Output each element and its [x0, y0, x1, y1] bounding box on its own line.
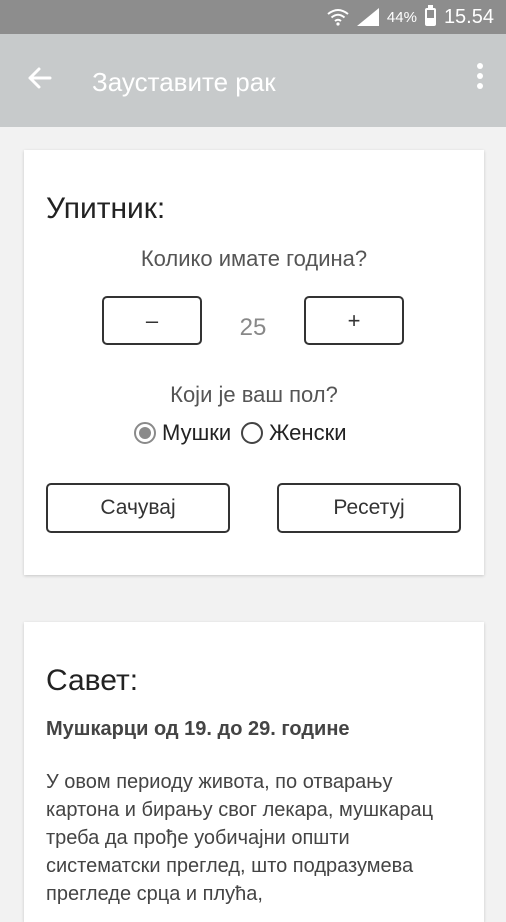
advice-body: У овом периоду живота, по отварању карто… — [46, 771, 434, 905]
battery-percent: 44% — [386, 8, 417, 26]
gender-option-male[interactable]: Мушки — [134, 420, 231, 446]
radio-checked-icon — [134, 422, 156, 444]
gender-option-label: Женски — [269, 420, 347, 445]
back-button[interactable] — [20, 58, 60, 98]
clock: 15.54 — [443, 5, 494, 28]
advice-subtitle: Мушкарци од 19. до 29. године — [46, 718, 350, 740]
arrow-left-icon — [28, 67, 52, 89]
questionnaire-card: Упитник: Колико имате година? – 25 + Кој… — [24, 150, 484, 575]
more-vertical-icon — [477, 63, 483, 89]
overflow-menu-button[interactable] — [468, 56, 492, 100]
wifi-icon — [327, 8, 349, 26]
status-bar: 44% 15.54 — [0, 0, 506, 34]
save-button[interactable]: Сачувај — [46, 483, 230, 533]
age-question: Колико имате година? — [140, 246, 368, 271]
gender-option-label: Мушки — [162, 420, 232, 445]
increase-age-button[interactable]: + — [304, 296, 404, 345]
questionnaire-heading: Упитник: — [46, 192, 166, 225]
age-value: 25 — [239, 314, 267, 341]
gender-radio-group: Мушки Женски — [134, 420, 356, 446]
signal-icon — [356, 8, 379, 26]
radio-unchecked-icon — [241, 422, 264, 444]
advice-heading: Савет: — [46, 664, 139, 697]
page-title: Зауставите рак — [92, 67, 276, 97]
app-toolbar: Зауставите рак — [0, 34, 506, 127]
battery-icon — [424, 5, 436, 26]
reset-button[interactable]: Ресетуј — [277, 483, 461, 533]
gender-question: Који је ваш пол? — [170, 382, 338, 407]
gender-option-female[interactable]: Женски — [241, 420, 346, 446]
decrease-age-button[interactable]: – — [102, 296, 202, 345]
advice-card: Савет: Мушкарци од 19. до 29. године У о… — [24, 622, 484, 922]
